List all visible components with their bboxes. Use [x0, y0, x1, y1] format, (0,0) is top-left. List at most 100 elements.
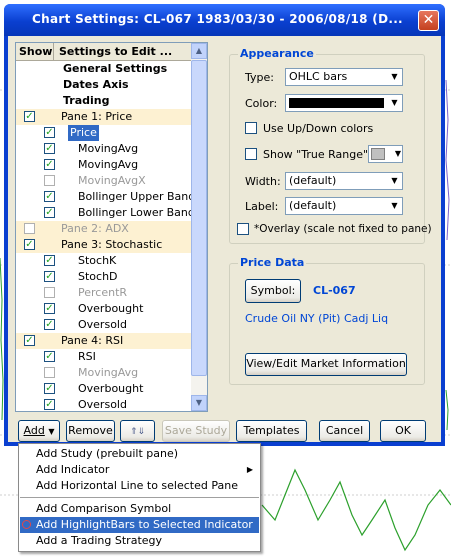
color-swatch	[289, 98, 384, 108]
color-label: Color:	[245, 97, 278, 110]
row-label: Bollinger Upper Band	[78, 190, 196, 203]
indicator-row[interactable]: ✓ Price	[16, 125, 191, 141]
show-checkbox[interactable]: ✓	[44, 159, 55, 170]
pane-row[interactable]: ✓ Pane 1: Price	[16, 109, 191, 125]
show-checkbox[interactable]: ✓	[24, 111, 35, 122]
show-checkbox[interactable]: ✓	[24, 239, 35, 250]
show-checkbox[interactable]: ✓	[44, 383, 55, 394]
add-menu: Add Study (prebuilt pane) Add Indicator …	[18, 443, 261, 552]
row-label: Pane 2: ADX	[61, 222, 129, 235]
chevron-down-icon[interactable]: ▼	[387, 69, 402, 85]
show-checkbox[interactable]: ✓	[44, 255, 55, 266]
true-range-label: Show "True Range":	[263, 148, 372, 161]
show-checkbox[interactable]: ✓	[24, 335, 35, 346]
color-select[interactable]: ▼	[285, 94, 403, 112]
indicator-row[interactable]: MovingAvg	[16, 365, 191, 381]
row-label: Price	[68, 125, 99, 141]
ok-button[interactable]: OK	[380, 420, 426, 442]
row-label: RSI	[78, 350, 96, 363]
show-checkbox[interactable]	[24, 223, 35, 234]
true-range-color-picker[interactable]: ▼	[368, 145, 403, 163]
settings-list[interactable]: Show Settings to Edit ... General Settin…	[15, 42, 208, 412]
section-row[interactable]: Trading	[16, 93, 191, 109]
indicator-row[interactable]: ✓ MovingAvg	[16, 157, 191, 173]
chevron-down-icon[interactable]: ▼	[395, 146, 401, 162]
move-down-icon[interactable]: ⇓	[138, 427, 146, 437]
row-label: MovingAvgX	[78, 174, 146, 187]
menu-item-add-study[interactable]: Add Study (prebuilt pane)	[20, 446, 259, 462]
label-select[interactable]: (default) ▼	[285, 197, 403, 215]
show-checkbox[interactable]: ✓	[44, 143, 55, 154]
overlay-checkbox[interactable]	[237, 223, 249, 235]
indicator-row[interactable]: ✓ Overbought	[16, 381, 191, 397]
section-row[interactable]: Dates Axis	[16, 77, 191, 93]
add-button-label: Add	[23, 424, 45, 437]
indicator-row[interactable]: ✓ StochK	[16, 253, 191, 269]
indicator-row[interactable]: ✓ Bollinger Upper Band	[16, 189, 195, 205]
save-study-button[interactable]: Save Study	[162, 420, 230, 442]
indicator-row[interactable]: ✓ StochD	[16, 269, 191, 285]
row-label: Overbought	[78, 302, 144, 315]
show-checkbox[interactable]: ✓	[44, 127, 55, 138]
row-label: PercentR	[78, 286, 128, 299]
type-label: Type:	[245, 71, 274, 84]
menu-item-add-trading-strategy[interactable]: Add a Trading Strategy	[20, 533, 259, 549]
scroll-thumb[interactable]	[191, 60, 207, 376]
show-checkbox[interactable]: ✓	[44, 319, 55, 330]
indicator-row[interactable]: ✓ Bollinger Lower Band	[16, 205, 195, 221]
scroll-down-arrow-icon[interactable]: ▼	[191, 395, 207, 411]
move-up-icon[interactable]: ⇑	[130, 427, 138, 437]
show-checkbox[interactable]: ✓	[44, 207, 55, 218]
true-range-color-swatch	[371, 148, 385, 160]
chevron-down-icon[interactable]: ▼	[387, 173, 402, 189]
show-checkbox[interactable]: ✓	[44, 351, 55, 362]
show-checkbox[interactable]: ✓	[44, 399, 55, 410]
pane-row[interactable]: Pane 2: ADX	[16, 221, 191, 237]
list-scrollbar[interactable]: ▲ ▼	[191, 43, 207, 411]
indicator-row[interactable]: MovingAvgX	[16, 173, 191, 189]
move-buttons[interactable]: ⇑⇓	[120, 420, 155, 442]
width-select[interactable]: (default) ▼	[285, 172, 403, 190]
menu-item-add-indicator-label: Add Indicator	[36, 463, 110, 476]
market-info-button[interactable]: View/Edit Market Information	[245, 353, 407, 376]
menu-item-add-comparison-symbol[interactable]: Add Comparison Symbol	[20, 501, 259, 517]
show-checkbox[interactable]: ✓	[44, 191, 55, 202]
cancel-button[interactable]: Cancel	[319, 420, 370, 442]
updown-colors-label: Use Up/Down colors	[263, 122, 374, 135]
pane-row[interactable]: ✓ Pane 4: RSI	[16, 333, 191, 349]
indicator-row[interactable]: ✓ Oversold	[16, 397, 191, 411]
title-bar[interactable]: Chart Settings: CL-067 1983/03/30 - 2006…	[4, 4, 445, 36]
symbol-button[interactable]: Symbol:	[245, 279, 301, 303]
section-row[interactable]: General Settings	[16, 61, 191, 77]
templates-button[interactable]: Templates	[236, 420, 307, 442]
indicator-row[interactable]: PercentR	[16, 285, 191, 301]
chevron-down-icon[interactable]: ▼	[387, 95, 402, 111]
show-checkbox[interactable]	[44, 287, 55, 298]
indicator-row[interactable]: ✓ Oversold	[16, 317, 191, 333]
menu-item-add-highlightbars[interactable]: Add HighlightBars to Selected Indicator	[20, 517, 259, 533]
show-checkbox[interactable]	[44, 175, 55, 186]
true-range-checkbox[interactable]	[245, 148, 257, 160]
remove-button[interactable]: Remove	[66, 420, 115, 442]
chevron-down-icon[interactable]: ▼	[387, 198, 402, 214]
indicator-row[interactable]: ✓ MovingAvg	[16, 141, 191, 157]
close-button[interactable]: ✕	[418, 10, 439, 31]
show-checkbox[interactable]: ✓	[44, 271, 55, 282]
column-header-settings[interactable]: Settings to Edit ...	[55, 43, 190, 60]
updown-colors-checkbox[interactable]	[245, 122, 257, 134]
symbol-description: Crude Oil NY (Pit) Cadj Liq	[245, 312, 389, 325]
menu-item-add-indicator[interactable]: Add Indicator ▶	[20, 462, 259, 478]
scroll-up-arrow-icon[interactable]: ▲	[191, 43, 207, 59]
show-checkbox[interactable]	[44, 367, 55, 378]
menu-item-add-horizontal-line[interactable]: Add Horizontal Line to selected Pane	[20, 478, 259, 494]
add-button[interactable]: Add ▼	[18, 420, 60, 442]
type-select[interactable]: OHLC bars ▼	[285, 68, 403, 86]
pane-row[interactable]: ✓ Pane 3: Stochastic	[16, 237, 191, 253]
symbol-value: CL-067	[313, 284, 356, 297]
indicator-row[interactable]: ✓ RSI	[16, 349, 191, 365]
column-header-show[interactable]: Show	[16, 43, 54, 60]
indicator-row[interactable]: ✓ Overbought	[16, 301, 191, 317]
row-label: StochD	[78, 270, 118, 283]
label-label: Label:	[245, 200, 279, 213]
show-checkbox[interactable]: ✓	[44, 303, 55, 314]
